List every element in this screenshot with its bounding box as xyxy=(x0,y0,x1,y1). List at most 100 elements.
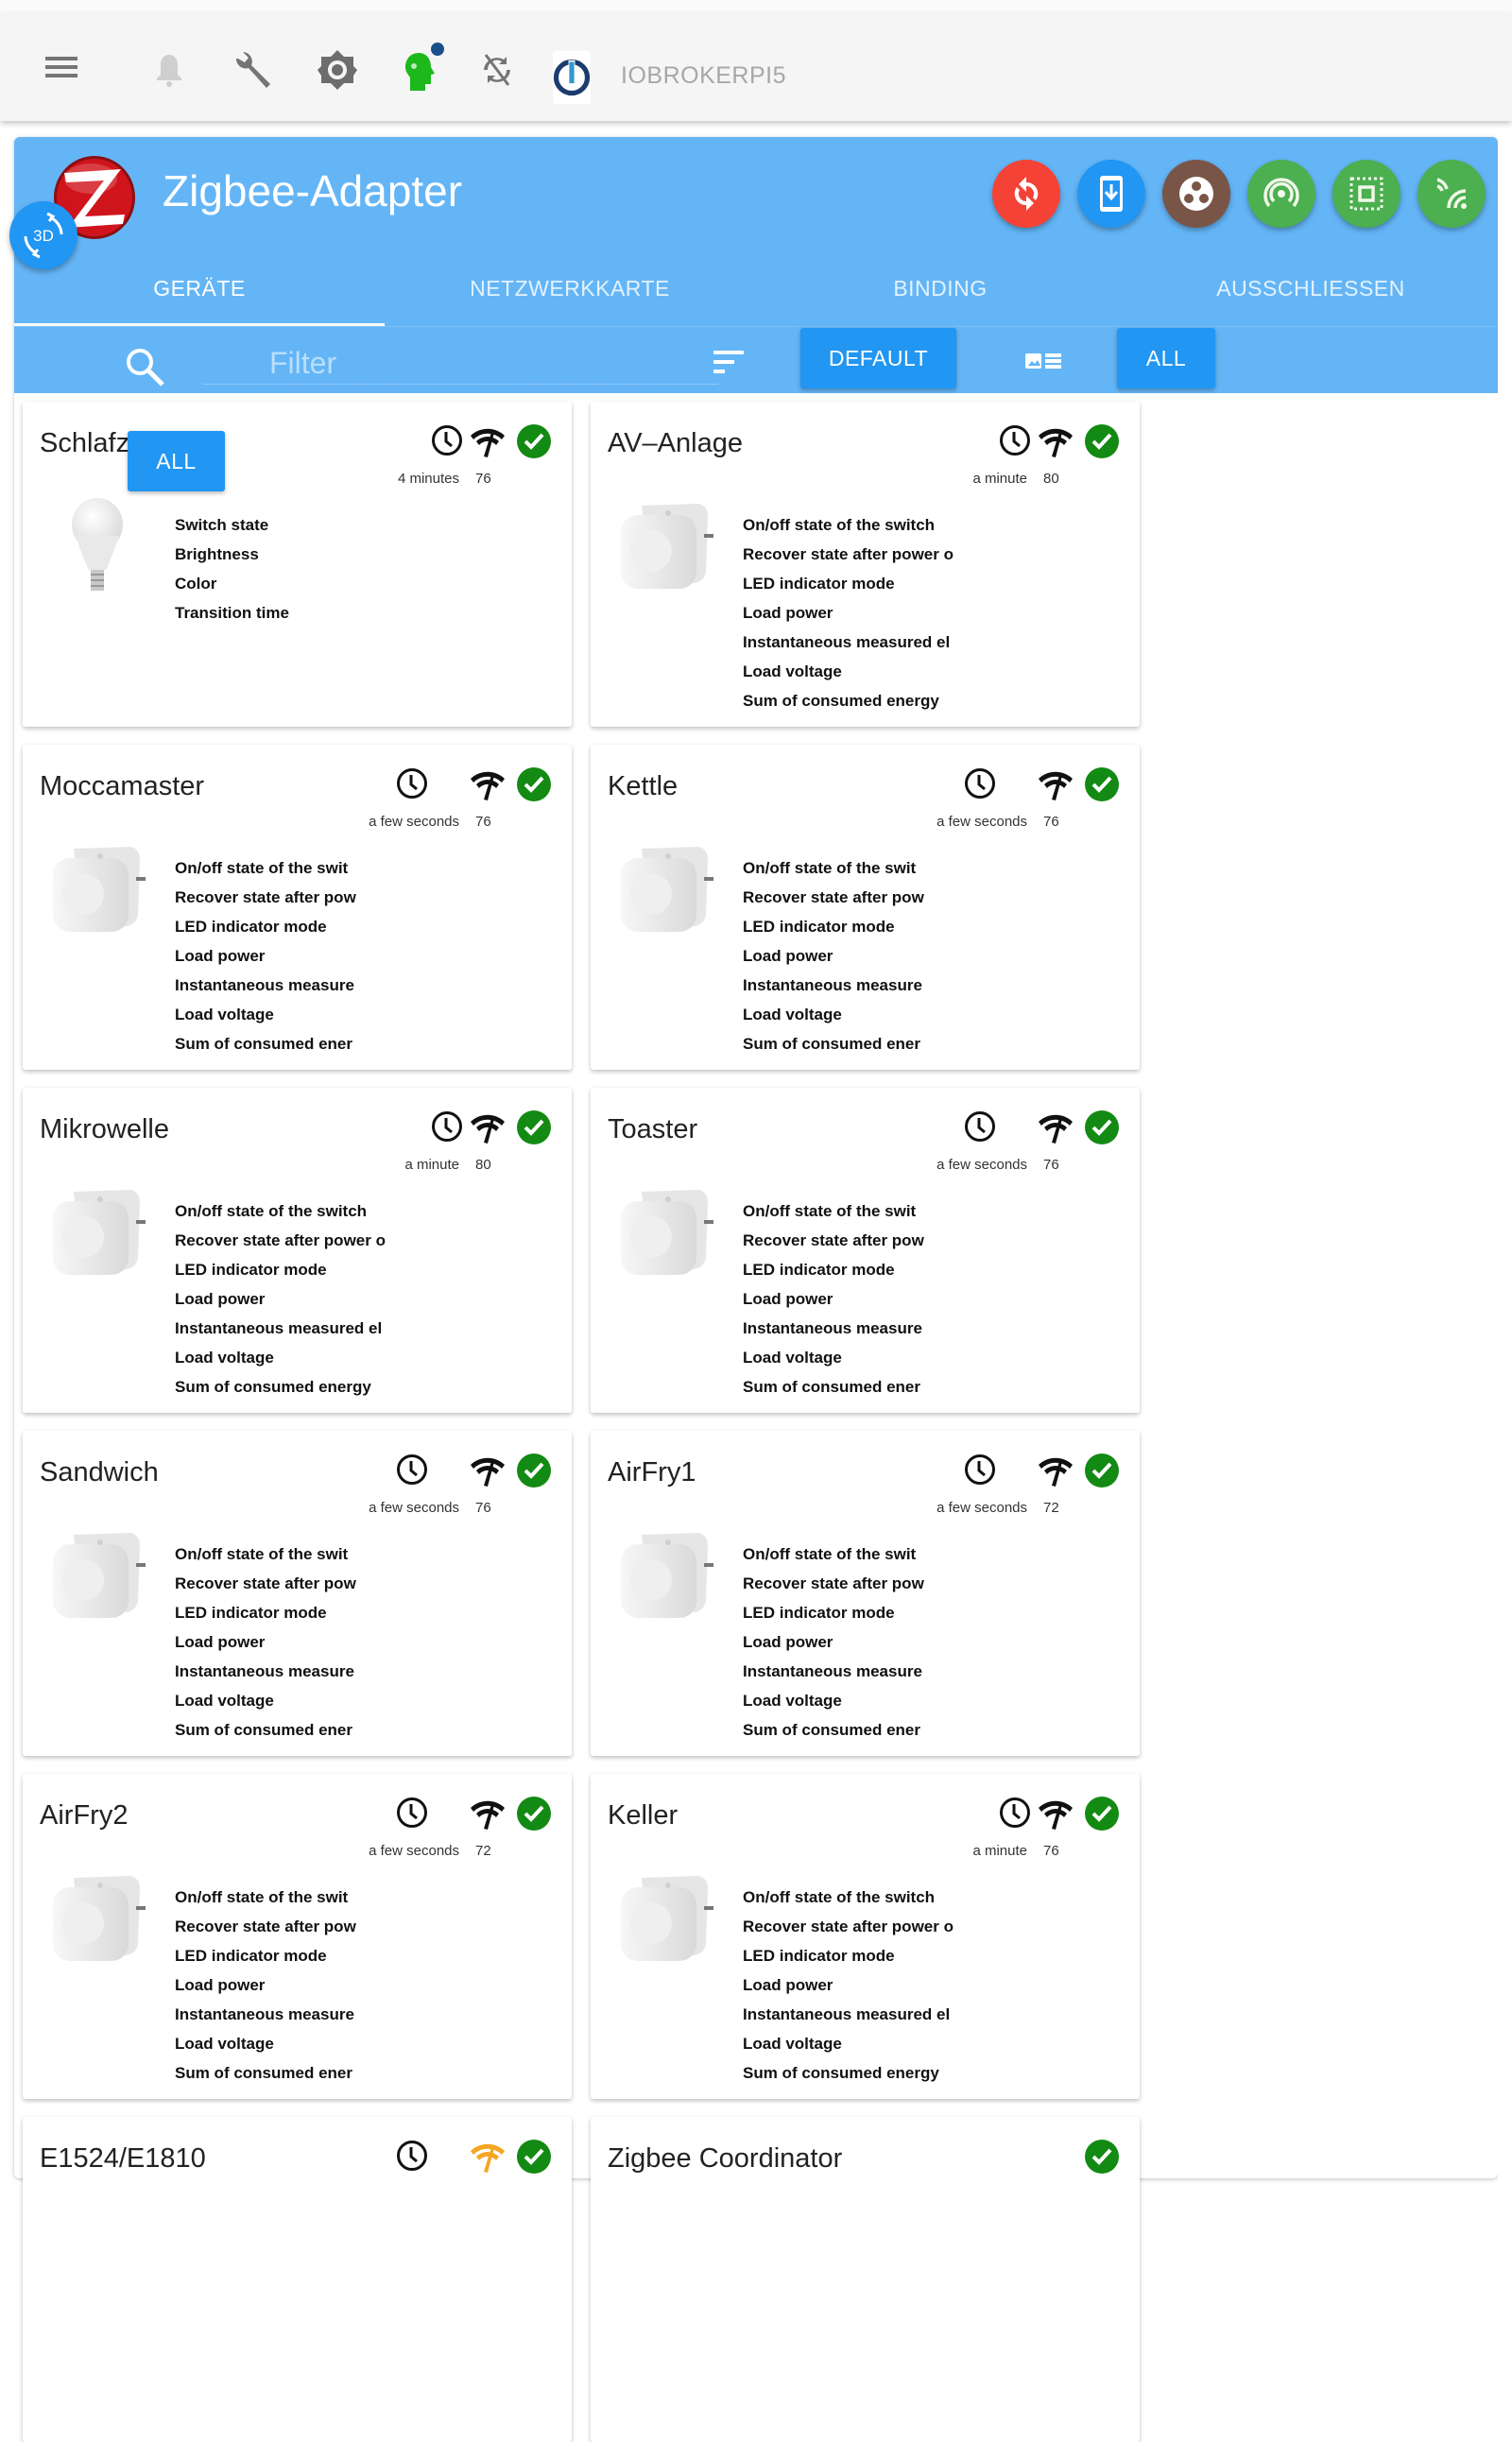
device-state-item[interactable]: LED indicator mode xyxy=(743,1941,965,1970)
device-state-item[interactable]: Instantaneous measure xyxy=(175,1657,397,1686)
device-state-item[interactable]: Sum of consumed energy xyxy=(175,1372,397,1402)
device-state-item[interactable]: Sum of consumed energy xyxy=(743,686,965,715)
3d-view-button[interactable]: 3D xyxy=(9,201,77,269)
device-state-item[interactable]: Load voltage xyxy=(175,1686,397,1715)
device-card[interactable]: Toaster a few seconds 76 On/off state of th… xyxy=(591,1088,1140,1413)
menu-icon[interactable] xyxy=(45,55,77,79)
device-state-item[interactable]: Load power xyxy=(743,598,965,628)
device-state-item[interactable]: Transition time xyxy=(175,598,397,628)
device-state-item[interactable]: Sum of consumed ener xyxy=(175,1715,397,1745)
device-state-item[interactable]: Recover state after power o xyxy=(743,540,965,569)
device-state-item[interactable]: Load power xyxy=(175,1970,397,2000)
bell-icon[interactable] xyxy=(154,51,184,89)
device-state-item[interactable]: LED indicator mode xyxy=(743,1598,965,1627)
device-name[interactable]: Sandwich xyxy=(40,1457,159,1488)
device-state-item[interactable]: Load power xyxy=(175,941,397,971)
host-name[interactable]: IOBROKERPI5 xyxy=(621,62,786,90)
device-state-item[interactable]: On/off state of the swit xyxy=(175,853,397,883)
device-state-item[interactable]: Load power xyxy=(743,1627,965,1657)
scrollbar-track[interactable] xyxy=(1498,137,1512,2192)
sync-disabled-icon[interactable] xyxy=(482,53,512,87)
device-state-item[interactable]: Sum of consumed ener xyxy=(743,1029,965,1058)
device-name[interactable]: Zigbee Coordinator xyxy=(608,2143,842,2175)
device-state-item[interactable]: On/off state of the swit xyxy=(743,853,965,883)
tab-geraete[interactable]: GERÄTE xyxy=(14,250,385,326)
device-state-item[interactable]: Load voltage xyxy=(743,1343,965,1372)
channel-scan-button[interactable] xyxy=(1418,160,1486,228)
device-name[interactable]: Moccamaster xyxy=(40,771,204,802)
device-card[interactable]: Zigbee Coordinator xyxy=(591,2117,1140,2442)
wrench-icon[interactable] xyxy=(232,49,272,91)
groups-button[interactable] xyxy=(1162,160,1230,228)
device-card[interactable]: Moccamaster a few seconds 76 On/off state o… xyxy=(23,745,572,1070)
device-state-item[interactable]: Color xyxy=(175,569,397,598)
device-name[interactable]: AirFry1 xyxy=(608,1457,696,1488)
all-overlay-button[interactable]: ALL xyxy=(128,431,225,491)
tab-ausschliessen[interactable]: AUSSCHLIESSEN xyxy=(1125,250,1496,326)
device-state-item[interactable]: LED indicator mode xyxy=(175,1941,397,1970)
device-name[interactable]: Mikrowelle xyxy=(40,1114,169,1145)
device-state-item[interactable]: Instantaneous measured el xyxy=(743,2000,965,2029)
device-state-item[interactable]: Recover state after pow xyxy=(175,1912,397,1941)
default-button[interactable]: DEFAULT xyxy=(800,328,956,388)
device-state-item[interactable]: Recover state after pow xyxy=(175,1569,397,1598)
device-state-item[interactable]: Load voltage xyxy=(743,2029,965,2058)
device-state-item[interactable]: Instantaneous measured el xyxy=(743,628,965,657)
reset-button[interactable] xyxy=(992,160,1060,228)
device-state-item[interactable]: On/off state of the switch xyxy=(743,510,965,540)
device-name[interactable]: Kettle xyxy=(608,771,678,802)
device-state-item[interactable]: On/off state of the swit xyxy=(743,1539,965,1569)
device-state-item[interactable]: LED indicator mode xyxy=(175,1598,397,1627)
device-state-item[interactable]: On/off state of the switch xyxy=(743,1883,965,1912)
device-state-item[interactable]: Sum of consumed ener xyxy=(175,1029,397,1058)
device-state-item[interactable]: Instantaneous measure xyxy=(743,1657,965,1686)
device-card[interactable]: Sandwich a few seconds 76 On/off state of t… xyxy=(23,1431,572,1756)
tab-netzwerkkarte[interactable]: NETZWERKKARTE xyxy=(385,250,755,326)
device-card[interactable]: Schlafz 4 minutes 76 Switch state Brightness… xyxy=(23,402,572,727)
expert-mode-icon[interactable] xyxy=(402,42,445,93)
device-state-item[interactable]: Load voltage xyxy=(175,1343,397,1372)
device-state-item[interactable]: Sum of consumed ener xyxy=(175,2058,397,2088)
device-card[interactable]: E1524/E1810 xyxy=(23,2117,572,2442)
device-state-item[interactable]: LED indicator mode xyxy=(743,569,965,598)
device-card[interactable]: Kettle a few seconds 76 On/off state of the… xyxy=(591,745,1140,1070)
device-name[interactable]: AV–Anlage xyxy=(608,428,743,459)
tab-binding[interactable]: BINDING xyxy=(755,250,1125,326)
search-icon[interactable] xyxy=(123,345,166,393)
device-state-item[interactable]: Load voltage xyxy=(175,1000,397,1029)
device-state-item[interactable]: LED indicator mode xyxy=(175,912,397,941)
device-state-item[interactable]: Brightness xyxy=(175,540,397,569)
touchlink-button[interactable] xyxy=(1332,160,1400,228)
device-card[interactable]: AirFry2 a few seconds 72 On/off state of th… xyxy=(23,1774,572,2099)
filter-input[interactable] xyxy=(203,343,718,385)
device-state-item[interactable]: Instantaneous measure xyxy=(175,971,397,1000)
device-state-item[interactable]: Load voltage xyxy=(743,1000,965,1029)
device-state-item[interactable]: Recover state after power o xyxy=(175,1226,397,1255)
backup-button[interactable] xyxy=(1077,160,1145,228)
device-state-item[interactable]: Recover state after pow xyxy=(743,883,965,912)
device-state-item[interactable]: Switch state xyxy=(175,510,397,540)
device-state-item[interactable]: Load power xyxy=(175,1284,397,1314)
device-state-item[interactable]: Load power xyxy=(743,941,965,971)
device-state-item[interactable]: On/off state of the switch xyxy=(175,1196,397,1226)
device-state-item[interactable]: Sum of consumed ener xyxy=(743,1715,965,1745)
device-state-item[interactable]: Recover state after pow xyxy=(175,883,397,912)
device-card[interactable]: Keller a minute 76 On/off state of the swit… xyxy=(591,1774,1140,2099)
device-state-item[interactable]: LED indicator mode xyxy=(743,912,965,941)
device-state-item[interactable]: Instantaneous measure xyxy=(743,1314,965,1343)
device-state-item[interactable]: Sum of consumed ener xyxy=(743,1372,965,1402)
device-state-item[interactable]: Load power xyxy=(743,1970,965,2000)
device-state-item[interactable]: LED indicator mode xyxy=(175,1255,397,1284)
device-name[interactable]: E1524/E1810 xyxy=(40,2143,206,2175)
device-state-item[interactable]: Sum of consumed energy xyxy=(743,2058,965,2088)
sort-icon[interactable] xyxy=(713,349,746,380)
device-name[interactable]: Schlafz xyxy=(40,428,129,459)
device-state-item[interactable]: Recover state after pow xyxy=(743,1569,965,1598)
device-name[interactable]: Keller xyxy=(608,1800,678,1832)
device-state-item[interactable]: Load voltage xyxy=(743,657,965,686)
device-state-item[interactable]: Load voltage xyxy=(175,2029,397,2058)
card-view-icon[interactable] xyxy=(1025,351,1063,376)
device-card[interactable]: AV–Anlage a minute 80 On/off state of the s… xyxy=(591,402,1140,727)
device-state-item[interactable]: Recover state after pow xyxy=(743,1226,965,1255)
pairing-button[interactable] xyxy=(1247,160,1315,228)
